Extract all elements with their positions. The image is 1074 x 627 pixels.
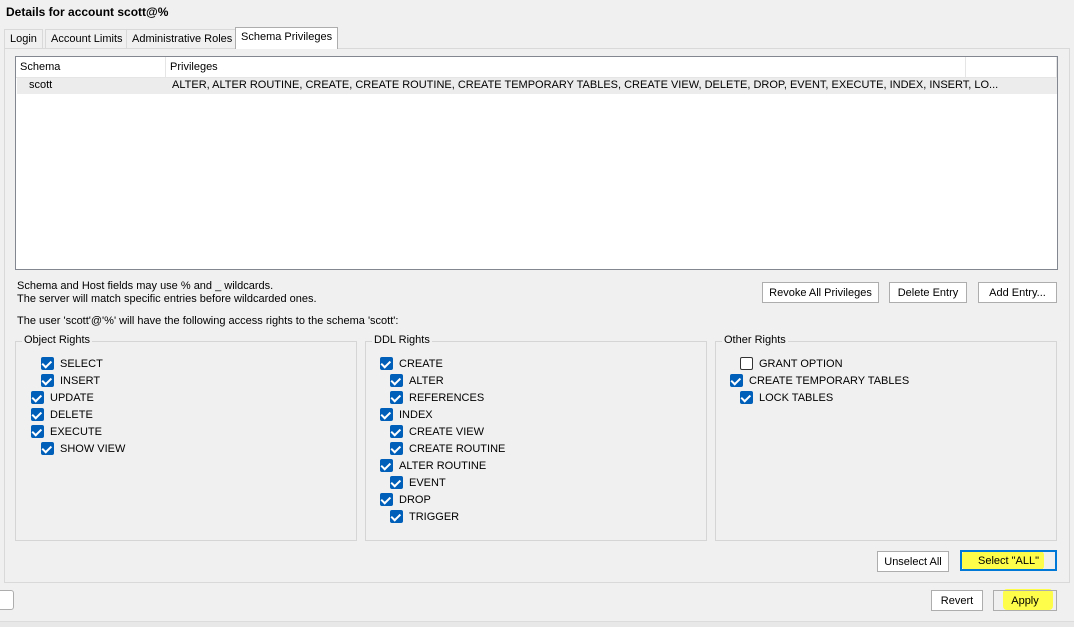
checkbox-label: CREATE: [399, 357, 443, 370]
checkbox-label: ALTER: [409, 374, 444, 387]
checkbox-label: INDEX: [399, 408, 433, 421]
cell-schema: scott: [29, 79, 53, 91]
checkbox-label: TRIGGER: [409, 510, 460, 523]
checkbox-icon: [380, 357, 393, 370]
checkbox-icon: [390, 391, 403, 404]
tab-account-limits[interactable]: Account Limits: [45, 29, 129, 48]
checkbox-label: EVENT: [409, 476, 446, 489]
ddl-rights-group: DDL Rights CREATE ALTER REFERENCES INDEX…: [365, 334, 707, 541]
checkbox-icon: [41, 374, 54, 387]
checkbox-event[interactable]: EVENT: [390, 476, 446, 489]
object-rights-title: Object Rights: [22, 334, 93, 346]
window-bottom-edge: [0, 621, 1074, 627]
checkbox-label: ALTER ROUTINE: [399, 459, 487, 472]
checkbox-label: GRANT OPTION: [759, 357, 843, 370]
checkbox-label: SELECT: [60, 357, 103, 370]
checkbox-label: EXECUTE: [50, 425, 102, 438]
checkbox-label: UPDATE: [50, 391, 94, 404]
checkbox-icon: [390, 425, 403, 438]
tab-schema-privileges[interactable]: Schema Privileges: [235, 27, 339, 49]
add-entry-button[interactable]: Add Entry...: [978, 282, 1057, 303]
checkbox-alter-routine[interactable]: ALTER ROUTINE: [380, 459, 486, 472]
checkbox-label: DROP: [399, 493, 431, 506]
checkbox-references[interactable]: REFERENCES: [390, 391, 484, 404]
checkbox-delete[interactable]: DELETE: [31, 408, 93, 421]
checkbox-icon: [740, 357, 753, 370]
checkbox-label: REFERENCES: [409, 391, 485, 404]
checkbox-show-view[interactable]: SHOW VIEW: [41, 442, 125, 455]
other-rights-group: Other Rights GRANT OPTION CREATE TEMPORA…: [715, 334, 1057, 541]
revoke-all-privileges-button[interactable]: Revoke All Privileges: [762, 282, 879, 303]
checkbox-icon: [390, 476, 403, 489]
checkbox-icon: [31, 408, 44, 421]
checkbox-create-routine[interactable]: CREATE ROUTINE: [390, 442, 505, 455]
tab-administrative-roles[interactable]: Administrative Roles: [126, 29, 239, 48]
checkbox-alter[interactable]: ALTER: [390, 374, 444, 387]
checkbox-create-temporary-tables[interactable]: CREATE TEMPORARY TABLES: [730, 374, 909, 387]
checkbox-icon: [41, 442, 54, 455]
checkbox-update[interactable]: UPDATE: [31, 391, 94, 404]
checkbox-execute[interactable]: EXECUTE: [31, 425, 102, 438]
object-rights-group: Object Rights SELECT INSERT UPDATE DELET…: [15, 334, 357, 541]
checkbox-icon: [31, 425, 44, 438]
unselect-all-button[interactable]: Unselect All: [877, 551, 949, 572]
revert-button[interactable]: Revert: [931, 590, 983, 611]
checkbox-index[interactable]: INDEX: [380, 408, 433, 421]
checkbox-label: CREATE TEMPORARY TABLES: [749, 374, 910, 387]
ddl-rights-title: DDL Rights: [372, 334, 432, 346]
checkbox-icon: [390, 374, 403, 387]
column-header-schema[interactable]: Schema: [16, 57, 166, 78]
checkbox-label: LOCK TABLES: [759, 391, 834, 404]
checkbox-icon: [380, 408, 393, 421]
checkbox-trigger[interactable]: TRIGGER: [390, 510, 459, 523]
apply-button[interactable]: Apply: [993, 590, 1057, 611]
checkbox-drop[interactable]: DROP: [380, 493, 431, 506]
page-title: Details for account scott@%: [6, 5, 169, 19]
wildcard-info-line-2: The server will match specific entries b…: [17, 293, 317, 305]
wildcard-info-line-1: Schema and Host fields may use % and _ w…: [17, 280, 274, 292]
tab-login[interactable]: Login: [4, 29, 43, 48]
checkbox-label: DELETE: [50, 408, 93, 421]
checkbox-create[interactable]: CREATE: [380, 357, 443, 370]
checkbox-create-view[interactable]: CREATE VIEW: [390, 425, 484, 438]
checkbox-label: SHOW VIEW: [60, 442, 126, 455]
checkbox-lock-tables[interactable]: LOCK TABLES: [740, 391, 833, 404]
column-header-filler: [966, 57, 1057, 78]
other-rights-title: Other Rights: [722, 334, 788, 346]
checkbox-icon: [740, 391, 753, 404]
checkbox-icon: [390, 510, 403, 523]
checkbox-label: CREATE VIEW: [409, 425, 484, 438]
schema-privileges-table[interactable]: Schema Privileges scott ALTER, ALTER ROU…: [15, 56, 1058, 270]
checkbox-grant-option[interactable]: GRANT OPTION: [740, 357, 843, 370]
partial-button[interactable]: [0, 590, 14, 610]
checkbox-icon: [31, 391, 44, 404]
select-all-button[interactable]: Select "ALL": [960, 550, 1057, 571]
delete-entry-button[interactable]: Delete Entry: [889, 282, 967, 303]
checkbox-icon: [380, 493, 393, 506]
checkbox-icon: [41, 357, 54, 370]
checkbox-icon: [390, 442, 403, 455]
checkbox-label: INSERT: [60, 374, 101, 387]
column-header-privileges[interactable]: Privileges: [166, 57, 966, 78]
access-rights-text: The user 'scott'@'%' will have the follo…: [17, 315, 399, 327]
checkbox-label: CREATE ROUTINE: [409, 442, 506, 455]
cell-privileges: ALTER, ALTER ROUTINE, CREATE, CREATE ROU…: [172, 79, 999, 91]
checkbox-insert[interactable]: INSERT: [41, 374, 100, 387]
checkbox-select[interactable]: SELECT: [41, 357, 103, 370]
table-row[interactable]: scott ALTER, ALTER ROUTINE, CREATE, CREA…: [17, 78, 1057, 94]
checkbox-icon: [380, 459, 393, 472]
checkbox-icon: [730, 374, 743, 387]
